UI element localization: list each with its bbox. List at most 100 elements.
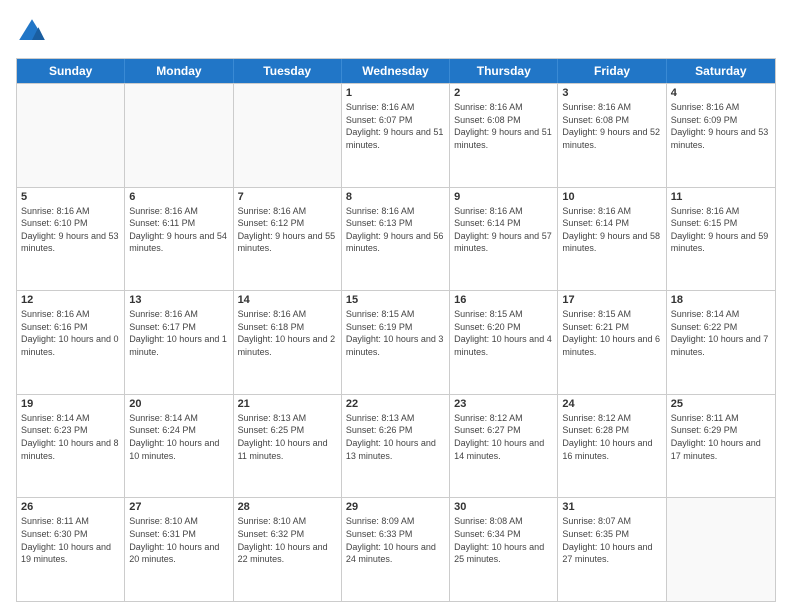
day-info: Sunrise: 8:12 AM Sunset: 6:27 PM Dayligh… [454, 412, 553, 462]
day-number: 14 [238, 294, 337, 306]
day-info: Sunrise: 8:13 AM Sunset: 6:26 PM Dayligh… [346, 412, 445, 462]
day-cell-22: 22 Sunrise: 8:13 AM Sunset: 6:26 PM Dayli… [342, 395, 450, 498]
day-number: 12 [21, 294, 120, 306]
header-day-sunday: Sunday [17, 59, 125, 83]
day-cell-30: 30 Sunrise: 8:08 AM Sunset: 6:34 PM Dayli… [450, 498, 558, 601]
day-number: 17 [562, 294, 661, 306]
day-info: Sunrise: 8:14 AM Sunset: 6:23 PM Dayligh… [21, 412, 120, 462]
day-info: Sunrise: 8:16 AM Sunset: 6:11 PM Dayligh… [129, 205, 228, 255]
empty-cell-0-2 [234, 84, 342, 187]
day-number: 7 [238, 191, 337, 203]
day-cell-26: 26 Sunrise: 8:11 AM Sunset: 6:30 PM Dayli… [17, 498, 125, 601]
day-info: Sunrise: 8:16 AM Sunset: 6:08 PM Dayligh… [562, 101, 661, 151]
day-info: Sunrise: 8:14 AM Sunset: 6:22 PM Dayligh… [671, 308, 771, 358]
day-cell-14: 14 Sunrise: 8:16 AM Sunset: 6:18 PM Dayli… [234, 291, 342, 394]
day-number: 31 [562, 501, 661, 513]
day-cell-11: 11 Sunrise: 8:16 AM Sunset: 6:15 PM Dayli… [667, 188, 775, 291]
day-cell-8: 8 Sunrise: 8:16 AM Sunset: 6:13 PM Daylig… [342, 188, 450, 291]
day-number: 5 [21, 191, 120, 203]
day-info: Sunrise: 8:16 AM Sunset: 6:09 PM Dayligh… [671, 101, 771, 151]
calendar-header-row: SundayMondayTuesdayWednesdayThursdayFrid… [17, 59, 775, 83]
day-info: Sunrise: 8:10 AM Sunset: 6:32 PM Dayligh… [238, 515, 337, 565]
day-number: 19 [21, 398, 120, 410]
day-number: 13 [129, 294, 228, 306]
day-info: Sunrise: 8:15 AM Sunset: 6:19 PM Dayligh… [346, 308, 445, 358]
day-cell-1: 1 Sunrise: 8:16 AM Sunset: 6:07 PM Daylig… [342, 84, 450, 187]
header-day-saturday: Saturday [667, 59, 775, 83]
day-info: Sunrise: 8:16 AM Sunset: 6:15 PM Dayligh… [671, 205, 771, 255]
day-info: Sunrise: 8:16 AM Sunset: 6:13 PM Dayligh… [346, 205, 445, 255]
day-cell-4: 4 Sunrise: 8:16 AM Sunset: 6:09 PM Daylig… [667, 84, 775, 187]
day-number: 18 [671, 294, 771, 306]
day-number: 24 [562, 398, 661, 410]
day-info: Sunrise: 8:11 AM Sunset: 6:29 PM Dayligh… [671, 412, 771, 462]
day-cell-9: 9Sunrise: 8:16 AM Sunset: 6:14 PM Daylig… [450, 188, 558, 291]
day-number: 23 [454, 398, 553, 410]
day-info: Sunrise: 8:09 AM Sunset: 6:33 PM Dayligh… [346, 515, 445, 565]
day-number: 30 [454, 501, 553, 513]
day-cell-24: 24 Sunrise: 8:12 AM Sunset: 6:28 PM Dayli… [558, 395, 666, 498]
empty-cell-4-6 [667, 498, 775, 601]
calendar: SundayMondayTuesdayWednesdayThursdayFrid… [16, 58, 776, 602]
day-number: 11 [671, 191, 771, 203]
day-info: Sunrise: 8:07 AM Sunset: 6:35 PM Dayligh… [562, 515, 661, 565]
day-number: 9 [454, 191, 553, 203]
day-number: 20 [129, 398, 228, 410]
day-cell-16: 16Sunrise: 8:15 AM Sunset: 6:20 PM Dayli… [450, 291, 558, 394]
day-number: 26 [21, 501, 120, 513]
day-info: Sunrise: 8:11 AM Sunset: 6:30 PM Dayligh… [21, 515, 120, 565]
day-cell-19: 19 Sunrise: 8:14 AM Sunset: 6:23 PM Dayli… [17, 395, 125, 498]
day-number: 6 [129, 191, 228, 203]
day-cell-28: 28 Sunrise: 8:10 AM Sunset: 6:32 PM Dayli… [234, 498, 342, 601]
day-cell-23: 23 Sunrise: 8:12 AM Sunset: 6:27 PM Dayli… [450, 395, 558, 498]
empty-cell-0-1 [125, 84, 233, 187]
week-row-1: 5Sunrise: 8:16 AM Sunset: 6:10 PM Daylig… [17, 187, 775, 291]
day-info: Sunrise: 8:12 AM Sunset: 6:28 PM Dayligh… [562, 412, 661, 462]
header [16, 16, 776, 48]
week-row-0: 1 Sunrise: 8:16 AM Sunset: 6:07 PM Daylig… [17, 83, 775, 187]
day-cell-6: 6 Sunrise: 8:16 AM Sunset: 6:11 PM Daylig… [125, 188, 233, 291]
header-day-wednesday: Wednesday [342, 59, 450, 83]
day-number: 15 [346, 294, 445, 306]
empty-cell-0-0 [17, 84, 125, 187]
day-cell-5: 5Sunrise: 8:16 AM Sunset: 6:10 PM Daylig… [17, 188, 125, 291]
day-cell-13: 13 Sunrise: 8:16 AM Sunset: 6:17 PM Dayli… [125, 291, 233, 394]
day-number: 28 [238, 501, 337, 513]
day-number: 4 [671, 87, 771, 99]
week-row-3: 19 Sunrise: 8:14 AM Sunset: 6:23 PM Dayli… [17, 394, 775, 498]
day-info: Sunrise: 8:16 AM Sunset: 6:08 PM Dayligh… [454, 101, 553, 151]
day-info: Sunrise: 8:16 AM Sunset: 6:07 PM Dayligh… [346, 101, 445, 151]
day-info: Sunrise: 8:15 AM Sunset: 6:21 PM Dayligh… [562, 308, 661, 358]
day-info: Sunrise: 8:16 AM Sunset: 6:12 PM Dayligh… [238, 205, 337, 255]
day-info: Sunrise: 8:16 AM Sunset: 6:18 PM Dayligh… [238, 308, 337, 358]
day-info: Sunrise: 8:16 AM Sunset: 6:17 PM Dayligh… [129, 308, 228, 358]
day-cell-27: 27Sunrise: 8:10 AM Sunset: 6:31 PM Dayli… [125, 498, 233, 601]
day-cell-2: 2Sunrise: 8:16 AM Sunset: 6:08 PM Daylig… [450, 84, 558, 187]
logo [16, 16, 52, 48]
day-number: 27 [129, 501, 228, 513]
day-number: 1 [346, 87, 445, 99]
day-info: Sunrise: 8:16 AM Sunset: 6:14 PM Dayligh… [562, 205, 661, 255]
page: SundayMondayTuesdayWednesdayThursdayFrid… [0, 0, 792, 612]
day-cell-17: 17 Sunrise: 8:15 AM Sunset: 6:21 PM Dayli… [558, 291, 666, 394]
day-info: Sunrise: 8:16 AM Sunset: 6:16 PM Dayligh… [21, 308, 120, 358]
day-cell-29: 29Sunrise: 8:09 AM Sunset: 6:33 PM Dayli… [342, 498, 450, 601]
day-cell-20: 20Sunrise: 8:14 AM Sunset: 6:24 PM Dayli… [125, 395, 233, 498]
day-cell-25: 25 Sunrise: 8:11 AM Sunset: 6:29 PM Dayli… [667, 395, 775, 498]
day-number: 3 [562, 87, 661, 99]
day-cell-31: 31 Sunrise: 8:07 AM Sunset: 6:35 PM Dayli… [558, 498, 666, 601]
day-cell-18: 18 Sunrise: 8:14 AM Sunset: 6:22 PM Dayli… [667, 291, 775, 394]
week-row-4: 26 Sunrise: 8:11 AM Sunset: 6:30 PM Dayli… [17, 497, 775, 601]
day-number: 25 [671, 398, 771, 410]
day-cell-21: 21Sunrise: 8:13 AM Sunset: 6:25 PM Dayli… [234, 395, 342, 498]
header-day-tuesday: Tuesday [234, 59, 342, 83]
day-info: Sunrise: 8:13 AM Sunset: 6:25 PM Dayligh… [238, 412, 337, 462]
day-info: Sunrise: 8:15 AM Sunset: 6:20 PM Dayligh… [454, 308, 553, 358]
day-cell-7: 7 Sunrise: 8:16 AM Sunset: 6:12 PM Daylig… [234, 188, 342, 291]
calendar-body: 1 Sunrise: 8:16 AM Sunset: 6:07 PM Daylig… [17, 83, 775, 601]
day-info: Sunrise: 8:08 AM Sunset: 6:34 PM Dayligh… [454, 515, 553, 565]
day-number: 22 [346, 398, 445, 410]
day-number: 10 [562, 191, 661, 203]
day-number: 8 [346, 191, 445, 203]
header-day-monday: Monday [125, 59, 233, 83]
